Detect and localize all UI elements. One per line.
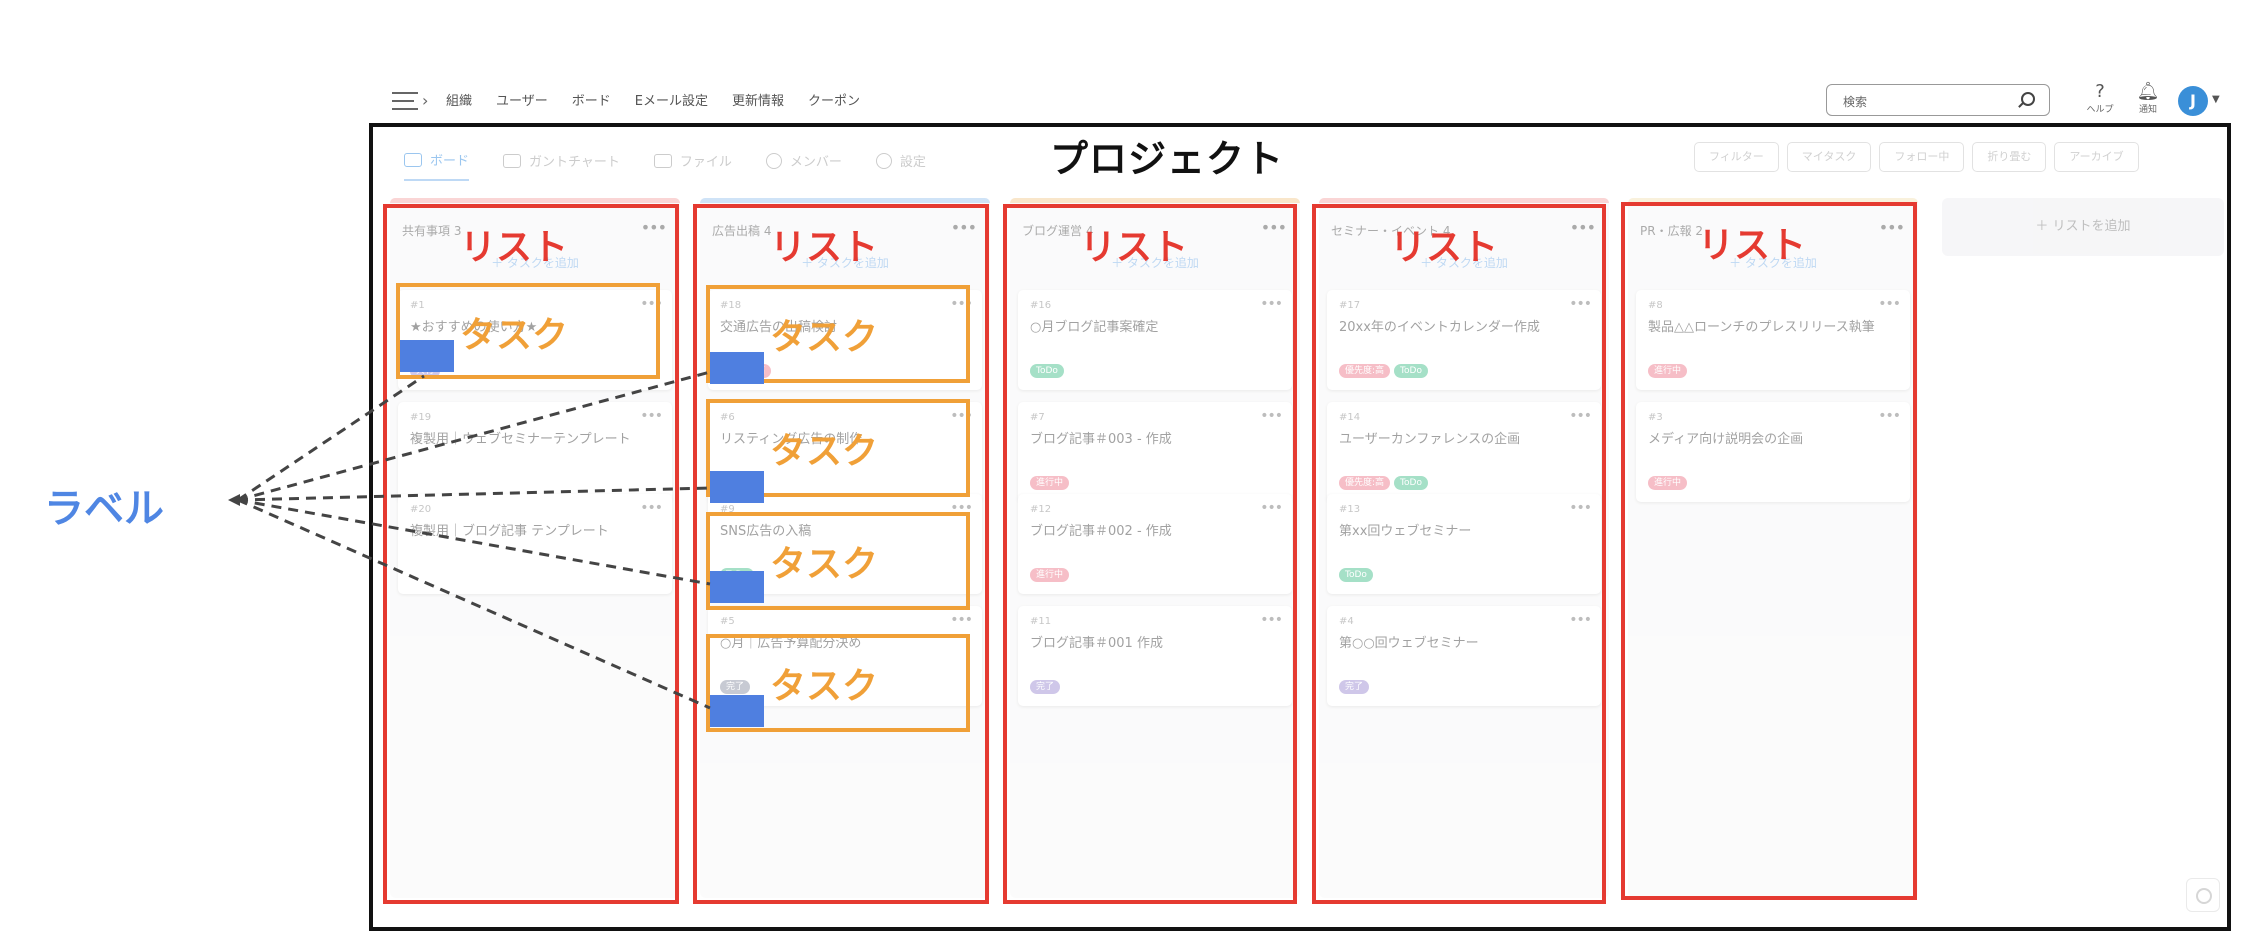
bell-icon: 🔔︎ xyxy=(2136,81,2160,102)
archive-button[interactable]: アーカイブ xyxy=(2054,142,2139,172)
task-annotation-label: タスク xyxy=(770,666,879,707)
label-marker xyxy=(400,340,454,372)
my-tasks-button[interactable]: マイタスク xyxy=(1786,142,1872,172)
annotated-screenshot: { "nav": { "links": ["組織", "ユーザー", "ボード"… xyxy=(0,0,2266,952)
nav-link-users[interactable]: ユーザー xyxy=(496,90,548,109)
list-annotation-box xyxy=(1621,202,1917,900)
label-marker xyxy=(710,571,764,603)
file-icon xyxy=(653,153,672,168)
nav-link-organization[interactable]: 組織 xyxy=(446,90,472,109)
tab-settings[interactable]: 設定 xyxy=(875,150,926,181)
tab-files[interactable]: ファイル xyxy=(653,150,732,181)
board-tabs: ボード ガントチャート ファイル メンバー 設定 xyxy=(404,150,926,181)
nav-links: 組織 ユーザー ボード Eメール設定 更新情報 クーポン xyxy=(446,90,860,109)
label-marker xyxy=(710,471,764,503)
board-icon xyxy=(404,152,422,167)
avatar[interactable]: J xyxy=(2178,86,2208,116)
list-annotation-box xyxy=(1003,204,1297,904)
list-annotation-box xyxy=(1312,204,1606,904)
label-marker xyxy=(710,695,764,727)
chevron-down-icon[interactable]: ▼ xyxy=(2212,94,2220,105)
tab-gantt[interactable]: ガントチャート xyxy=(503,150,620,181)
history-icon[interactable] xyxy=(2186,878,2220,912)
help-button[interactable]: ? ヘルプ xyxy=(2082,81,2118,116)
list-accent-bar xyxy=(1010,198,1300,203)
list-annotation-label: リスト xyxy=(1698,225,1807,266)
menu-toggle-icon[interactable]: › xyxy=(392,88,432,114)
list-annotation-label: リスト xyxy=(770,227,879,268)
list-annotation-label: リスト xyxy=(1390,227,1499,268)
list-accent-bar xyxy=(700,198,990,203)
label-annotation-text: ラベル xyxy=(44,486,164,532)
search-icon[interactable] xyxy=(2021,92,2035,106)
list-accent-bar xyxy=(390,198,680,203)
following-button[interactable]: フォロー中 xyxy=(1879,142,1965,172)
gantt-icon xyxy=(503,153,522,168)
list-annotation-label: リスト xyxy=(460,227,569,268)
member-icon xyxy=(765,152,782,169)
task-annotation-label: タスク xyxy=(770,431,879,472)
filter-button[interactable]: フィルター xyxy=(1694,142,1779,172)
nav-link-boards[interactable]: ボード xyxy=(572,90,611,109)
nav-link-updates[interactable]: 更新情報 xyxy=(732,90,784,109)
task-annotation-label: タスク xyxy=(770,317,879,358)
label-marker xyxy=(710,352,764,384)
list-accent-bar xyxy=(1319,198,1609,203)
tab-members[interactable]: メンバー xyxy=(765,150,842,181)
board-toolbar: フィルター マイタスク フォロー中 折り畳む アーカイブ xyxy=(1694,142,2139,172)
notification-button[interactable]: 🔔︎ 通知 xyxy=(2130,81,2166,116)
notify-label: 通知 xyxy=(2138,105,2157,115)
project-annotation-label: プロジェクト xyxy=(1050,137,1285,181)
nav-link-email-settings[interactable]: Eメール設定 xyxy=(635,90,708,109)
help-label: ヘルプ xyxy=(2086,105,2114,115)
task-annotation-label: タスク xyxy=(460,315,569,356)
top-navigation: › 組織 ユーザー ボード Eメール設定 更新情報 クーポン 検索 ? ヘルプ … xyxy=(392,82,2232,118)
add-list-button[interactable]: ＋ リストを追加 xyxy=(1942,198,2224,256)
task-annotation-label: タスク xyxy=(770,544,879,585)
search-input[interactable]: 検索 xyxy=(1826,84,2050,116)
gear-icon xyxy=(875,152,892,169)
search-placeholder: 検索 xyxy=(1843,95,1868,109)
collapse-button[interactable]: 折り畳む xyxy=(1972,142,2047,172)
list-annotation-label: リスト xyxy=(1080,227,1189,268)
connector-origin-arrow xyxy=(228,494,240,506)
nav-link-coupons[interactable]: クーポン xyxy=(808,90,860,109)
tab-board[interactable]: ボード xyxy=(404,150,470,181)
question-icon: ? xyxy=(2095,81,2105,102)
